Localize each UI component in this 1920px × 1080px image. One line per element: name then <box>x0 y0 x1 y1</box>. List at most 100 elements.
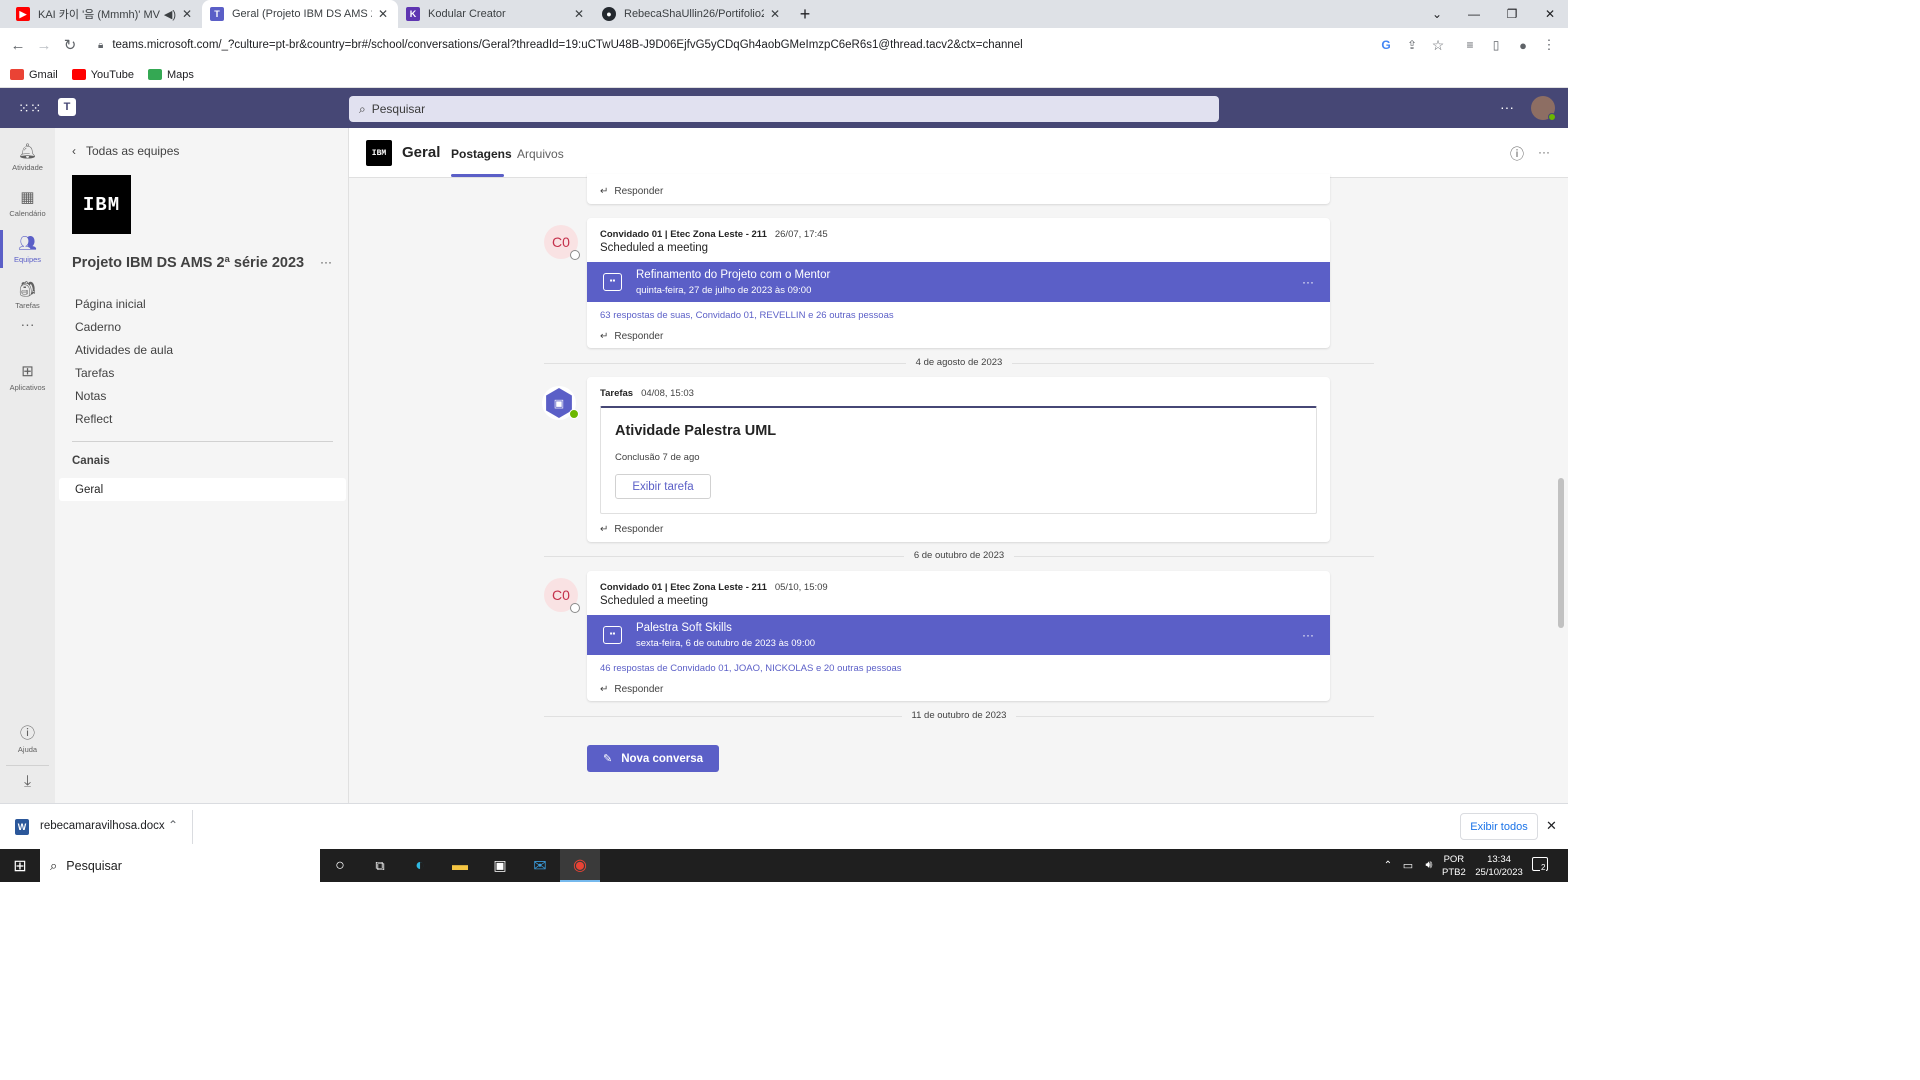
user-avatar[interactable] <box>1531 96 1556 121</box>
chrome-icon[interactable]: ◉ <box>560 849 600 882</box>
team-more-icon[interactable]: ··· <box>320 255 332 269</box>
meeting-card[interactable]: ▪▪ Refinamento do Projeto com o Mentor q… <box>587 262 1330 302</box>
replies-summary[interactable]: 63 respostas de suas, Convidado 01, REVE… <box>600 310 894 321</box>
post-author[interactable]: Convidado 01 | Etec Zona Leste - 211 <box>600 229 767 240</box>
bookmark-youtube[interactable]: YouTube <box>71 69 134 81</box>
speaker-icon[interactable]: ◀) <box>164 8 176 21</box>
notification-center-icon[interactable]: 2 <box>1532 857 1548 872</box>
download-app-icon[interactable]: ⤓ <box>6 765 49 797</box>
edge-icon[interactable]: ◐ <box>400 849 440 882</box>
media-control-icon[interactable]: ≡ <box>1458 33 1482 57</box>
back-to-teams-link[interactable]: ‹ Todas as equipes <box>72 144 179 158</box>
minimize-button[interactable]: — <box>1455 0 1493 28</box>
cortana-icon[interactable]: ○ <box>320 849 360 882</box>
info-icon[interactable]: ⓘ <box>1510 144 1524 164</box>
task-view-icon[interactable]: ⧉ <box>360 849 400 882</box>
window-close-button[interactable]: ✕ <box>1531 0 1569 28</box>
profile-icon[interactable]: ● <box>1511 33 1535 57</box>
show-all-downloads-button[interactable]: Exibir todos <box>1460 813 1538 840</box>
browser-tab-youtube[interactable]: ▶ KAI 카이 '음 (Mmmh)' MV - Y ◀) ✕ <box>8 0 202 28</box>
rail-label: Ajuda <box>17 744 38 754</box>
maximize-button[interactable]: ❐ <box>1493 0 1531 28</box>
rail-item-aplicativos[interactable]: ⊞ Aplicativos <box>0 354 55 400</box>
new-conversation-button[interactable]: ✎ Nova conversa <box>587 745 719 772</box>
language-indicator[interactable]: POR PTB2 <box>1442 853 1466 879</box>
nav-reflect[interactable]: Reflect <box>75 412 112 426</box>
download-filename[interactable]: rebecamaravilhosa.docx <box>40 820 165 832</box>
browser-tab-teams[interactable]: T Geral (Projeto IBM DS AMS 2ª sé ✕ <box>202 0 398 28</box>
bookmark-maps[interactable]: Maps <box>147 69 194 81</box>
side-panel-icon[interactable]: ▯ <box>1484 33 1508 57</box>
tab-postagens[interactable]: Postagens <box>451 147 512 161</box>
teams-logo-icon[interactable]: T <box>58 98 76 116</box>
close-icon[interactable]: ✕ <box>376 7 390 21</box>
post-header: Tarefas 04/08, 15:03 <box>600 388 694 399</box>
bookmark-gmail[interactable]: Gmail <box>10 69 58 81</box>
close-icon[interactable]: ✕ <box>1546 818 1557 834</box>
nav-notas[interactable]: Notas <box>75 389 106 403</box>
nav-caderno[interactable]: Caderno <box>75 320 121 334</box>
channel-more-icon[interactable]: ··· <box>1538 145 1550 159</box>
nav-tarefas[interactable]: Tarefas <box>75 366 114 380</box>
reply-button[interactable]: ↵ Responder <box>600 186 663 197</box>
meeting-more-icon[interactable]: ··· <box>1302 275 1314 289</box>
file-explorer-icon[interactable]: ▬ <box>440 849 480 882</box>
reply-button[interactable]: ↵ Responder <box>600 524 663 535</box>
reply-button[interactable]: ↵ Responder <box>600 331 663 342</box>
close-icon[interactable]: ✕ <box>572 7 586 21</box>
share-icon[interactable]: ⇪ <box>1400 33 1424 57</box>
tab-search-icon[interactable]: ⌄ <box>1418 0 1456 28</box>
close-icon[interactable]: ✕ <box>180 7 194 21</box>
header-more-icon[interactable]: ··· <box>1500 99 1514 115</box>
chevron-up-icon[interactable]: ⌃ <box>1378 849 1398 882</box>
post-author[interactable]: Convidado 01 | Etec Zona Leste - 211 <box>600 582 767 593</box>
taskbar-search-input[interactable]: ⌕ Pesquisar <box>40 849 320 882</box>
task-card: Atividade Palestra UML Conclusão 7 de ag… <box>600 406 1317 514</box>
forward-arrow-icon[interactable]: → <box>32 33 56 57</box>
browser-tab-github[interactable]: ● RebecaShaUllin26/Portifolio2023 ✕ <box>594 0 790 28</box>
new-tab-button[interactable]: + <box>790 0 820 28</box>
meeting-date: quinta-feira, 27 de julho de 2023 às 09:… <box>636 285 812 296</box>
search-icon: ⌕ <box>359 101 366 116</box>
post-author[interactable]: Tarefas <box>600 388 633 399</box>
network-icon[interactable]: ▭ <box>1397 849 1419 882</box>
rail-label: Equipes <box>13 254 42 264</box>
post-timestamp: 26/07, 17:45 <box>774 229 828 240</box>
mail-icon[interactable]: ✉ <box>520 849 560 882</box>
rail-item-ajuda[interactable]: ⓘ Ajuda <box>0 716 55 762</box>
reload-icon[interactable]: ↻ <box>58 33 82 57</box>
channel-item-geral[interactable]: Geral <box>59 478 346 501</box>
chrome-menu-icon[interactable]: ⋮ <box>1537 33 1561 57</box>
post-card: Convidado 01 | Etec Zona Leste - 211 26/0… <box>587 218 1330 348</box>
nav-pagina-inicial[interactable]: Página inicial <box>75 297 146 311</box>
meeting-more-icon[interactable]: ··· <box>1302 628 1314 642</box>
replies-summary[interactable]: 46 respostas de Convidado 01, JOAO, NICK… <box>600 663 902 674</box>
close-icon[interactable]: ✕ <box>768 7 782 21</box>
github-icon: ● <box>602 7 616 21</box>
previous-post-card: ↵ Responder <box>587 174 1330 204</box>
volume-icon[interactable]: 🔊︎ <box>1418 849 1440 882</box>
bookmark-star-icon[interactable]: ☆ <box>1426 33 1450 57</box>
view-task-button[interactable]: Exibir tarefa <box>615 474 711 499</box>
windows-start-icon[interactable]: ⊞ <box>0 849 40 882</box>
google-lens-icon[interactable]: G <box>1374 33 1398 57</box>
rail-item-equipes[interactable]: 👥︎ Equipes <box>0 226 55 272</box>
nav-atividades-de-aula[interactable]: Atividades de aula <box>75 343 173 357</box>
scrollbar[interactable] <box>1558 478 1564 628</box>
store-icon[interactable]: ▣ <box>480 849 520 882</box>
search-input[interactable]: ⌕ Pesquisar <box>349 96 1219 122</box>
view-task-label: Exibir tarefa <box>632 480 694 493</box>
rail-more-button[interactable]: ··· <box>0 310 55 340</box>
url-field[interactable]: 🔒︎ teams.microsoft.com/_?culture=pt-br&c… <box>88 31 1458 59</box>
back-arrow-icon[interactable]: ← <box>6 33 30 57</box>
reply-button[interactable]: ↵ Responder <box>600 684 663 695</box>
app-launcher-icon[interactable]: ⁙⁙ <box>18 98 41 118</box>
rail-item-calendario[interactable]: ▦ Calendário <box>0 180 55 226</box>
rail-item-atividade[interactable]: 🔔︎ Atividade <box>0 134 55 180</box>
meeting-card[interactable]: ▪▪ Palestra Soft Skills sexta-feira, 6 d… <box>587 615 1330 655</box>
browser-tab-kodular[interactable]: K Kodular Creator ✕ <box>398 0 594 28</box>
chevron-up-icon[interactable]: ⌃ <box>168 818 178 832</box>
tab-arquivos[interactable]: Arquivos <box>517 147 564 161</box>
post-header: Convidado 01 | Etec Zona Leste - 211 26/0… <box>600 229 828 240</box>
clock[interactable]: 13:34 25/10/2023 <box>1470 853 1528 879</box>
